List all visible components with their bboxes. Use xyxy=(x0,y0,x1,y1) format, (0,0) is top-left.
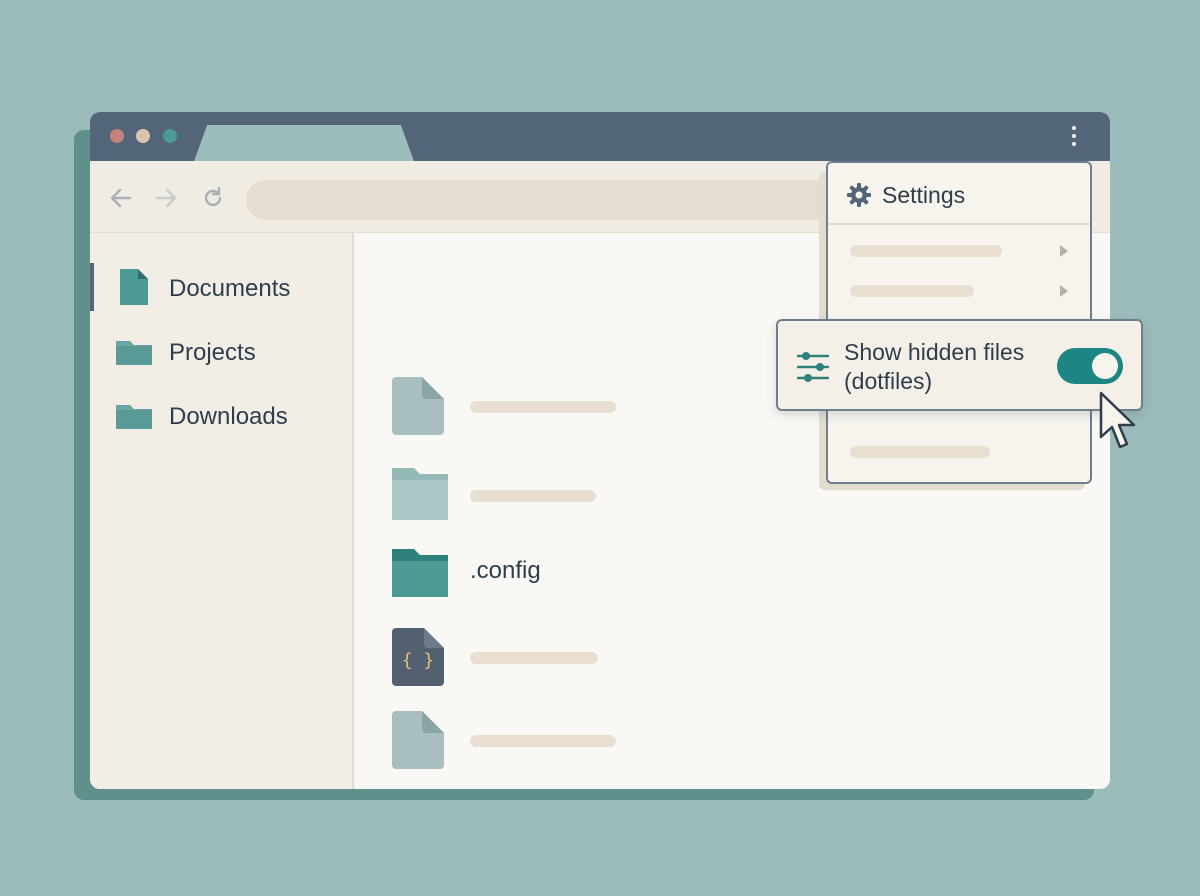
title-bar xyxy=(90,112,1110,161)
menu-item-placeholder[interactable] xyxy=(850,245,1002,257)
browser-tab[interactable] xyxy=(194,125,414,161)
document-icon xyxy=(120,269,148,305)
folder-icon xyxy=(116,341,152,365)
sidebar-item-label: Downloads xyxy=(169,403,288,430)
chevron-right-icon xyxy=(1060,285,1068,297)
toggle-label-line2: (dotfiles) xyxy=(844,368,933,394)
folder-icon xyxy=(392,549,448,597)
sidebar-item-label: Documents xyxy=(169,275,291,302)
arrow-right-icon[interactable] xyxy=(153,185,179,211)
sliders-icon xyxy=(796,352,830,382)
list-item[interactable]: { } xyxy=(390,628,790,688)
file-name-placeholder xyxy=(470,401,616,413)
sidebar-item-downloads[interactable]: Downloads xyxy=(114,395,344,435)
menu-item-placeholder[interactable] xyxy=(850,446,990,458)
address-bar[interactable] xyxy=(246,180,846,220)
settings-menu-header: Settings xyxy=(828,163,1090,225)
file-name: .config xyxy=(470,557,541,584)
minimize-window-button[interactable] xyxy=(136,129,150,143)
file-name-placeholder xyxy=(470,735,616,747)
file-name-placeholder xyxy=(470,652,598,664)
chevron-right-icon xyxy=(1060,245,1068,257)
list-item[interactable] xyxy=(390,466,790,526)
toggle-label: Show hidden files (dotfiles) xyxy=(844,338,1054,396)
reload-icon[interactable] xyxy=(200,185,226,211)
folder-icon xyxy=(392,468,448,520)
json-file-icon: { } xyxy=(392,628,444,686)
close-window-button[interactable] xyxy=(110,129,124,143)
gear-icon xyxy=(847,183,871,207)
folder-icon xyxy=(116,405,152,429)
list-item-config[interactable]: .config xyxy=(390,543,790,603)
more-vert-icon[interactable] xyxy=(1066,126,1082,150)
sidebar-item-documents[interactable]: Documents xyxy=(114,267,344,307)
list-item[interactable] xyxy=(390,377,790,437)
toggle-label-line1: Show hidden files xyxy=(844,339,1025,365)
arrow-left-icon[interactable] xyxy=(108,185,134,211)
file-name-placeholder xyxy=(470,490,596,502)
show-hidden-files-toggle[interactable] xyxy=(1057,348,1123,384)
sidebar-item-label: Projects xyxy=(169,339,256,366)
sidebar-item-projects[interactable]: Projects xyxy=(114,331,344,371)
active-indicator xyxy=(90,263,94,311)
document-icon xyxy=(392,377,444,435)
menu-item-placeholder[interactable] xyxy=(850,285,974,297)
show-hidden-files-option[interactable]: Show hidden files (dotfiles) xyxy=(776,319,1143,411)
svg-text:{ }: { } xyxy=(402,650,435,671)
maximize-window-button[interactable] xyxy=(163,129,177,143)
sidebar: Documents Projects Downloads xyxy=(90,233,354,789)
toggle-knob xyxy=(1092,353,1118,379)
settings-title: Settings xyxy=(882,182,966,208)
list-item[interactable] xyxy=(390,711,790,771)
mouse-cursor-icon xyxy=(1099,391,1136,449)
document-icon xyxy=(392,711,444,769)
